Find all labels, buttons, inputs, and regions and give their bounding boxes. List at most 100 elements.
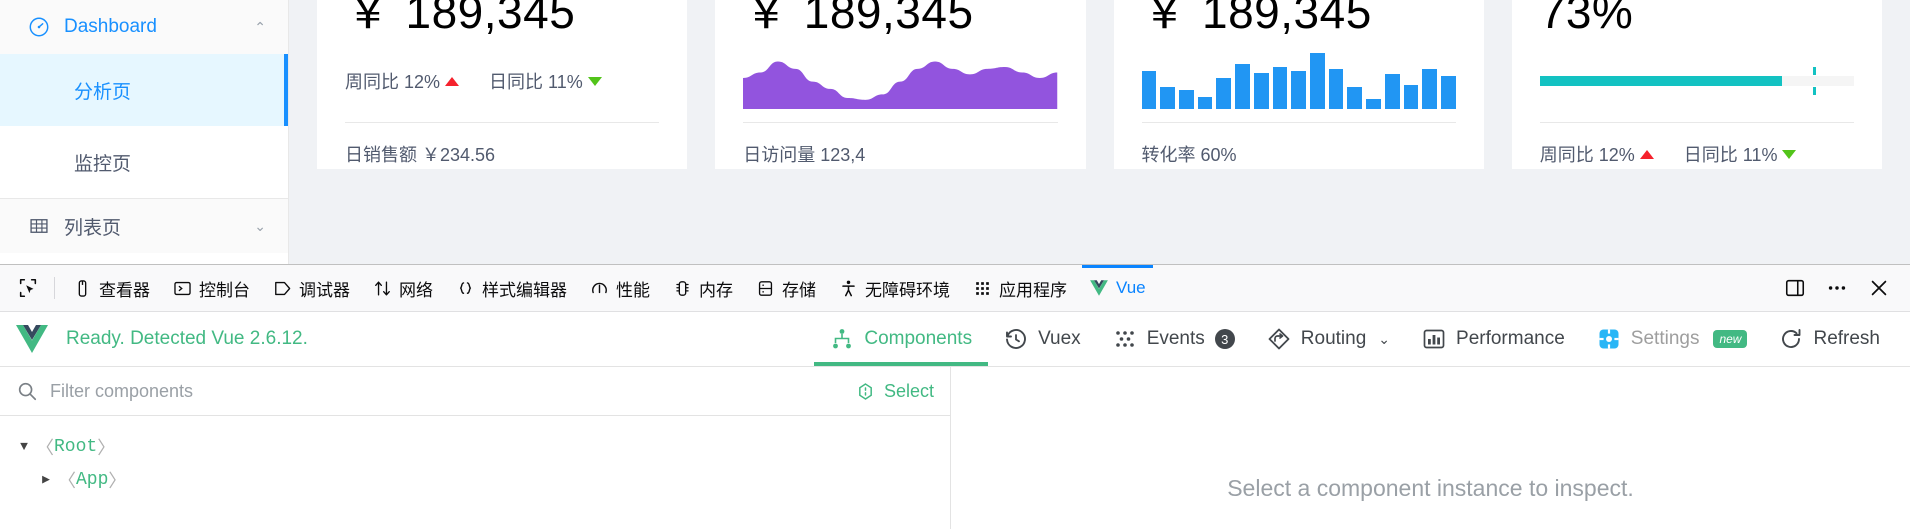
devtools-tab-存储[interactable]: 存储 (744, 265, 827, 311)
card-value: ￥ 189,345 (345, 0, 659, 36)
devtools-tab-无障碍环境[interactable]: 无障碍环境 (827, 265, 961, 311)
trend-label: 日同比 11% (489, 72, 583, 93)
vue-nav-routing[interactable]: Routing ⌄ (1251, 312, 1406, 366)
storage-icon (755, 278, 775, 298)
devtools-toolbar: 查看器 控制台 调试器 网络 样式编辑器 性能 内存 存储 无障碍环境 应用程序 Vue (0, 265, 1910, 312)
vue-icon (1089, 278, 1109, 298)
bar (1141, 70, 1157, 110)
stat-cards: ￥ 189,345 周同比 12% 日同比 11% 日销售额 ￥234.56 ￥… (289, 0, 1910, 264)
vue-nav-label: Components (864, 328, 973, 349)
devtools-tab-内存[interactable]: 内存 (661, 265, 744, 311)
screenshot-root: Dashboard ⌃ 分析页 监控页 列表页 ⌄ ￥ 189,345 周同比 … (0, 0, 1910, 529)
devtools-tab-Vue[interactable]: Vue (1078, 265, 1157, 311)
vue-nav-components[interactable]: Components (814, 312, 988, 366)
bar-sparkline (1141, 53, 1456, 110)
trend-label: 周同比 12% (1539, 145, 1635, 166)
value-text: 73% (1539, 0, 1634, 38)
vue-nav-label: Vuex (1038, 328, 1081, 349)
vue-nav-label: Routing (1300, 328, 1367, 349)
marker-bottom (1813, 87, 1817, 96)
devtools-tab-查看器[interactable]: 查看器 (61, 265, 161, 311)
currency-symbol: ￥ (743, 0, 790, 38)
vue-nav-performance[interactable]: Performance (1406, 312, 1581, 366)
vue-nav-label: Refresh (1813, 328, 1880, 349)
trend-week: 周同比 12% (1540, 141, 1654, 167)
chevron-right-icon[interactable]: ▶ (34, 472, 58, 487)
vue-devtools-body: Select ▼〈Root〉▶〈App〉 Select a component … (0, 367, 1910, 529)
card-footer: 日访问量 123,4 (743, 145, 866, 166)
visits-card: ￥ 189,345 日访问量 123,4 (715, 0, 1086, 169)
card-middle: 周同比 12% 日同比 11% (345, 48, 659, 114)
inspector-icon (72, 278, 92, 298)
vue-nav-label: Events (1146, 328, 1205, 349)
devtools-tab-label: 无障碍环境 (865, 280, 950, 300)
value-text: 189,345 (803, 0, 974, 38)
debugger-icon (272, 278, 292, 298)
sidebar-item-monitor[interactable]: 监控页 (0, 126, 288, 198)
close-icon[interactable] (1860, 271, 1898, 305)
card-value: ￥ 189,345 (1142, 0, 1456, 36)
filter-components-input[interactable] (50, 380, 843, 402)
table-icon (28, 215, 50, 237)
devtools-tab-性能[interactable]: 性能 (578, 265, 661, 311)
devtools-tab-label: 网络 (399, 280, 433, 300)
card-middle (743, 48, 1058, 114)
search-icon (16, 380, 38, 402)
performance-icon (589, 278, 609, 298)
dock-panel-icon[interactable] (1776, 271, 1814, 305)
style-editor-icon (455, 278, 475, 298)
select-component-button[interactable]: Select (855, 381, 934, 402)
bar (1235, 63, 1250, 110)
devtools-tab-label: 存储 (782, 280, 816, 300)
component-tree: ▼ 〈 Root 〉 ▶ 〈 App 〉 (0, 416, 950, 496)
sales-card: ￥ 189,345 周同比 12% 日同比 11% 日销售额 ￥234.56 (317, 0, 688, 169)
vue-nav-events[interactable]: Events 3 (1097, 312, 1251, 366)
devtools-tab-控制台[interactable]: 控制台 (161, 265, 261, 311)
dashboard-icon (28, 16, 50, 38)
element-picker-icon[interactable] (8, 271, 48, 305)
devtools-tab-应用程序[interactable]: 应用程序 (961, 265, 1078, 311)
devtools-tab-网络[interactable]: 网络 (361, 265, 444, 311)
vue-nav-settings[interactable]: Settings new (1581, 312, 1764, 366)
tag-open-bracket: 〈 (58, 472, 76, 493)
tag-close-bracket: 〉 (97, 439, 116, 460)
chevron-up-icon[interactable]: ⌃ (254, 19, 266, 36)
sidebar-item-analysis[interactable]: 分析页 (0, 54, 288, 126)
chevron-down-icon[interactable]: ⌄ (1378, 331, 1390, 348)
chevron-down-icon[interactable]: ▼ (12, 439, 36, 454)
vue-nav-refresh[interactable]: Refresh (1763, 312, 1896, 366)
devtools-tab-label: 查看器 (99, 280, 150, 300)
triangle-down-icon (587, 76, 602, 86)
vue-nav-vuex[interactable]: Vuex (988, 312, 1097, 366)
routing-icon (1267, 327, 1291, 351)
card-footer: 周同比 12% 日同比 11% (1540, 123, 1854, 167)
sidebar-group-dashboard[interactable]: Dashboard ⌃ (0, 0, 288, 54)
tag-close-bracket: 〉 (108, 472, 127, 493)
trend-row: 周同比 12% 日同比 11% (1540, 141, 1854, 167)
new-tag: new (1713, 330, 1748, 348)
sidebar: Dashboard ⌃ 分析页 监控页 列表页 ⌄ (0, 0, 289, 264)
triangle-up-icon (445, 76, 460, 86)
devtools-tab-样式编辑器[interactable]: 样式编辑器 (444, 265, 578, 311)
bar (1328, 69, 1344, 110)
memory-icon (672, 278, 692, 298)
target-icon (859, 382, 872, 400)
tag-open-bracket: 〈 (36, 439, 54, 460)
sidebar-group-list[interactable]: 列表页 ⌄ (0, 199, 288, 253)
chevron-down-icon[interactable]: ⌄ (254, 218, 266, 235)
effect-card: 73% 周同比 12% 日同比 11% (1511, 0, 1882, 169)
tree-node-app[interactable]: ▶ 〈 App 〉 (12, 463, 950, 496)
bar (1178, 90, 1194, 110)
card-value: ￥ 189,345 (743, 0, 1057, 36)
vue-devtools-header: Ready. Detected Vue 2.6.12. Components Vu… (0, 312, 1910, 367)
devtools-tab-调试器[interactable]: 调试器 (261, 265, 361, 311)
more-options-icon[interactable] (1818, 271, 1856, 305)
bar (1384, 74, 1400, 110)
bar (1403, 84, 1419, 110)
tree-node-root[interactable]: ▼ 〈 Root 〉 (12, 430, 950, 463)
bar (1253, 72, 1269, 110)
vue-nav-label: Performance (1456, 328, 1565, 349)
progress-track (1539, 67, 1854, 96)
vue-status-text: Ready. Detected Vue 2.6.12. (66, 328, 308, 349)
card-footer: 日销售额 ￥234.56 (345, 145, 496, 166)
